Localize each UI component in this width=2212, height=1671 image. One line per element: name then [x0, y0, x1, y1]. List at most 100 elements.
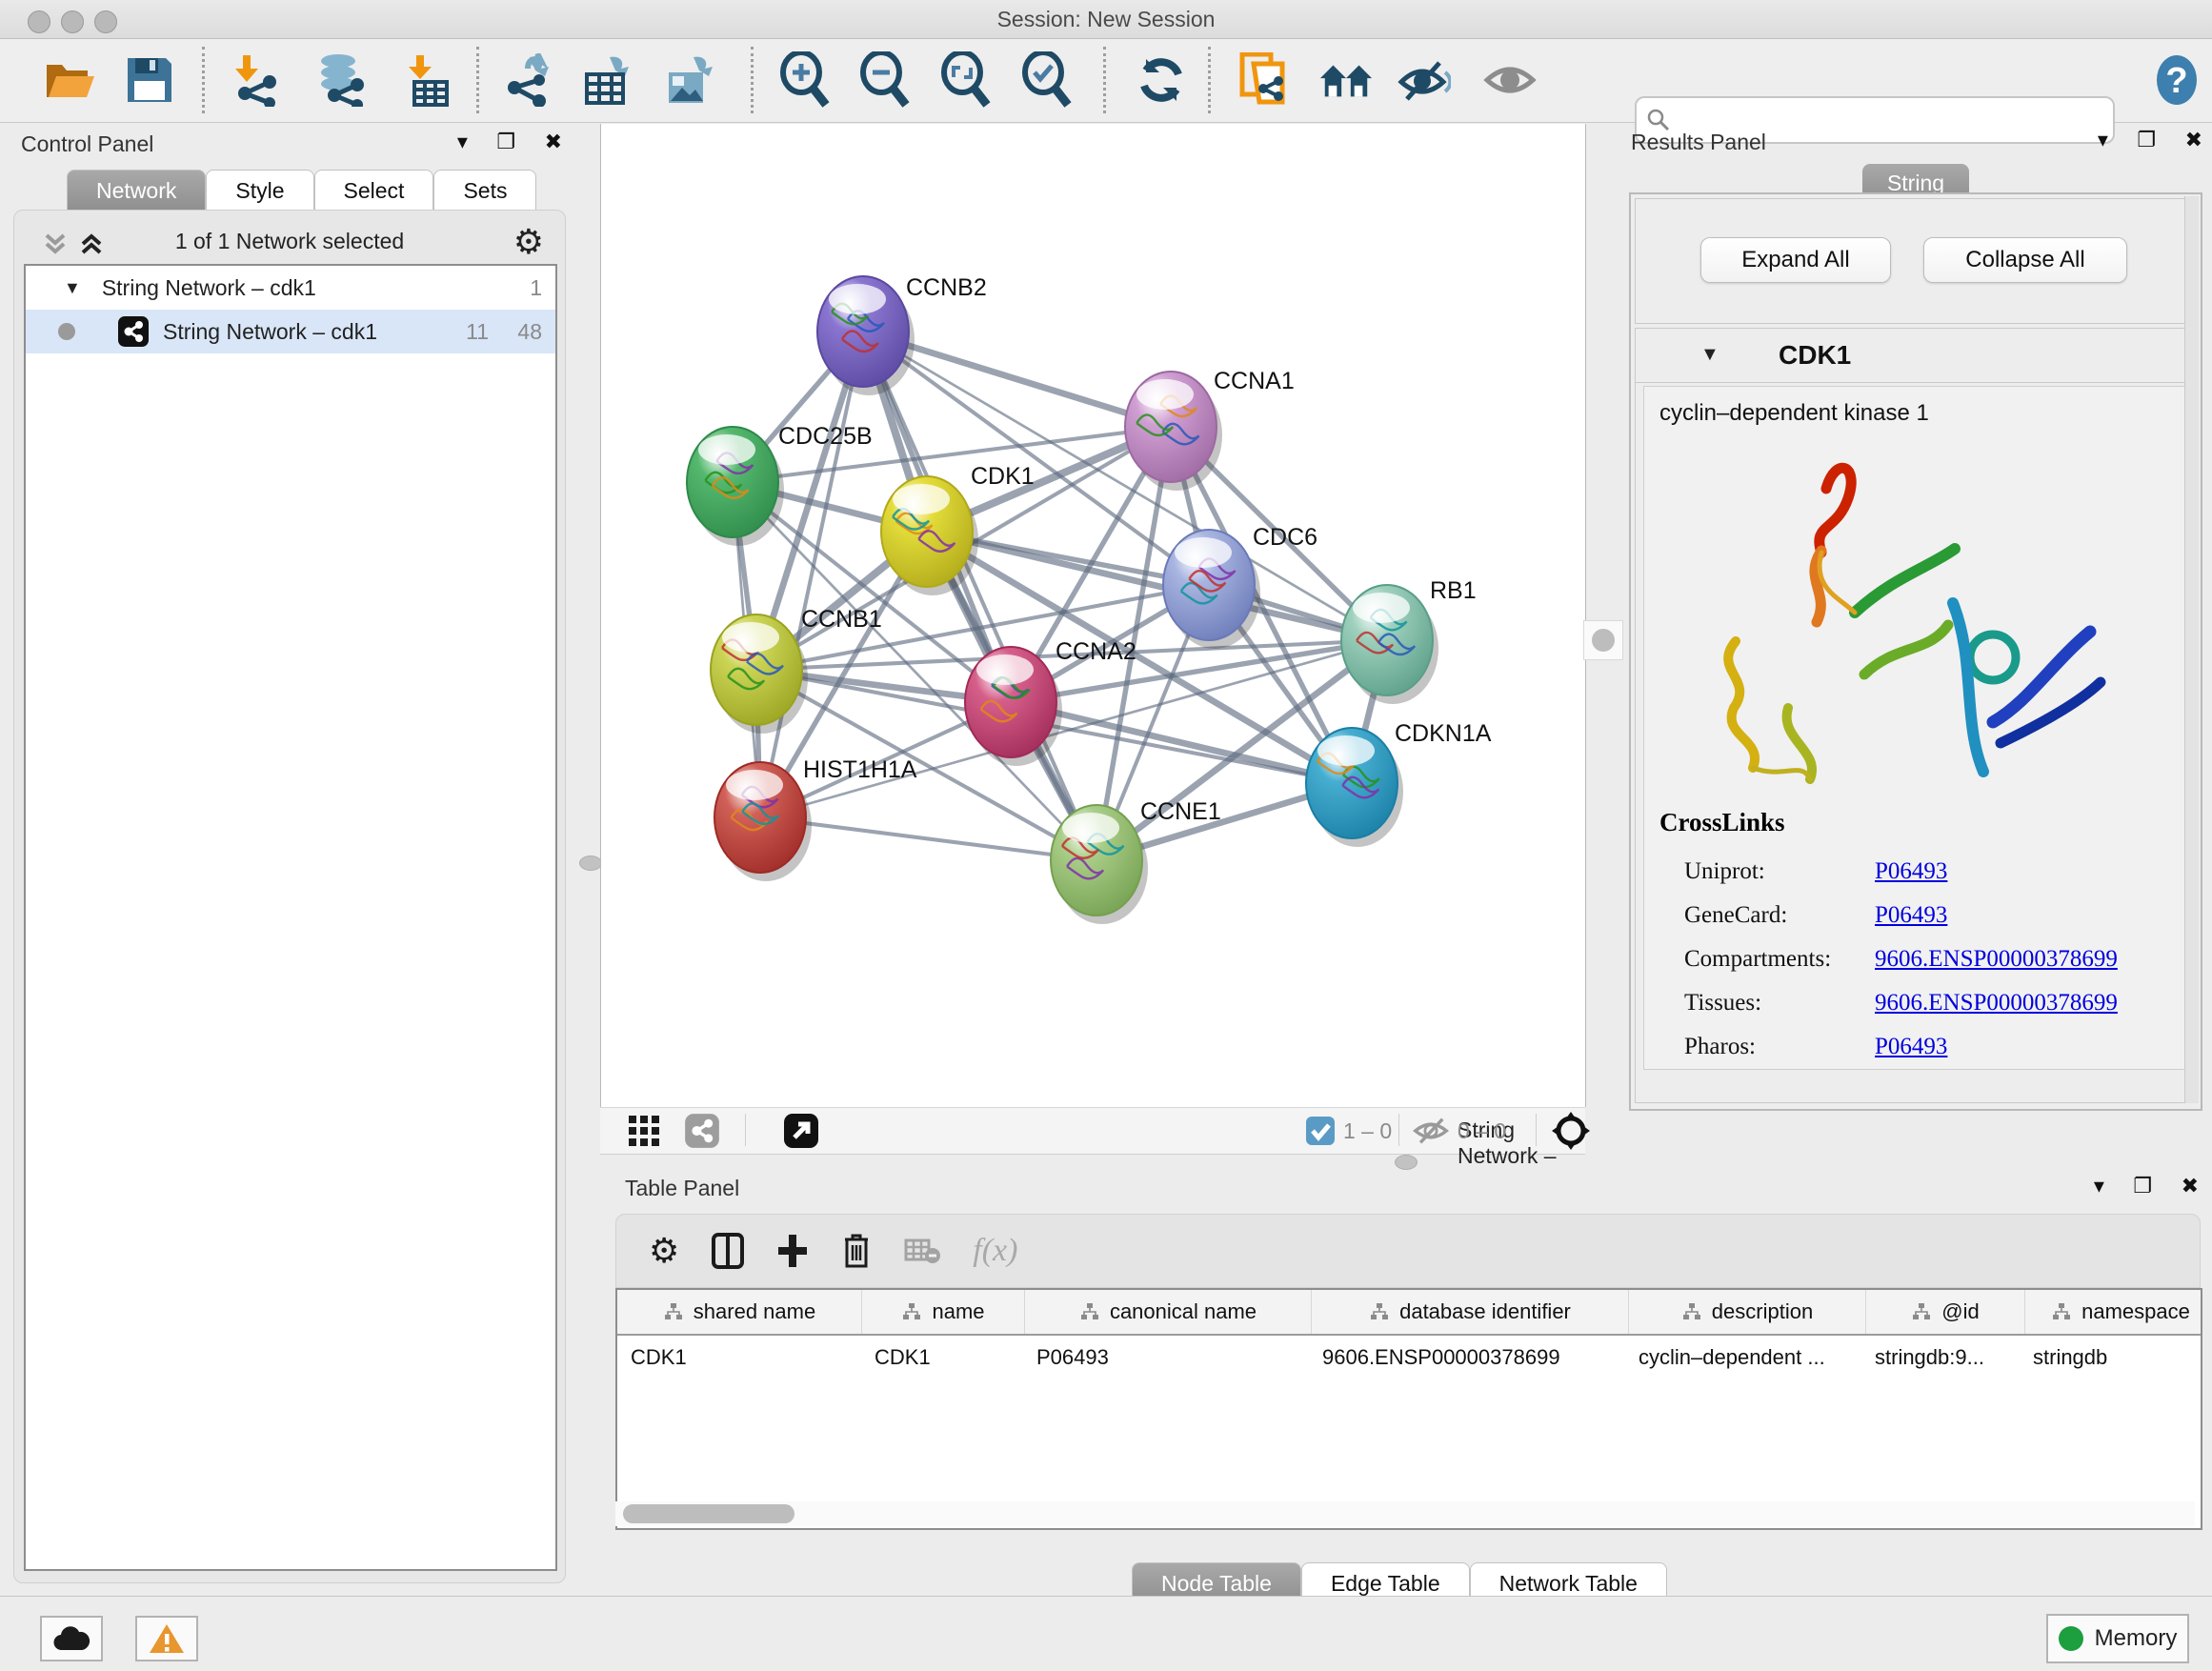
tab-style[interactable]: Style [206, 170, 313, 211]
column-header-databaseidentifier[interactable]: database identifier [1312, 1290, 1629, 1334]
protein-header[interactable]: ▼ CDK1 [1636, 329, 2194, 383]
control-panel-title: Control Panel [21, 131, 153, 157]
tab-sets[interactable]: Sets [433, 170, 536, 211]
column-header-description[interactable]: description [1629, 1290, 1866, 1334]
save-session-button[interactable] [122, 52, 177, 108]
memory-button[interactable]: Memory [2046, 1614, 2189, 1663]
import-network-database-button[interactable] [312, 52, 368, 108]
table-cell[interactable]: CDK1 [617, 1336, 861, 1379]
network-row[interactable]: String Network – cdk1 11 48 [26, 310, 555, 353]
panel-close-icon[interactable]: ✖ [545, 130, 562, 154]
cloud-status-button[interactable] [40, 1616, 103, 1661]
toolbar-separator [1208, 47, 1211, 113]
table-cell[interactable]: cyclin–dependent ... [1625, 1336, 1861, 1379]
network-collection-row[interactable]: ▼ String Network – cdk1 1 [26, 266, 555, 310]
table-cell[interactable]: P06493 [1023, 1336, 1309, 1379]
table-cell[interactable]: stringdb:9... [1861, 1336, 2020, 1379]
table-settings-gear-icon[interactable]: ⚙ [649, 1231, 679, 1271]
refresh-icon [1136, 55, 1186, 105]
zoom-out-button[interactable] [857, 52, 913, 108]
panel-menu-icon[interactable]: ▾ [457, 130, 468, 154]
show-all-button[interactable] [1482, 52, 1538, 108]
table-row[interactable]: CDK1CDK1P064939606.ENSP00000378699cyclin… [617, 1336, 2201, 1379]
node-RB1[interactable] [1341, 585, 1438, 704]
collapse-triangle-icon[interactable]: ▼ [1700, 344, 1719, 366]
network-from-selection-button[interactable] [1237, 52, 1292, 108]
collapse-all-button[interactable]: Collapse All [1923, 237, 2127, 283]
first-neighbors-button[interactable] [1318, 52, 1374, 108]
horizontal-splitter-handle[interactable] [1395, 1155, 1418, 1170]
column-header-namespace[interactable]: namespace [2025, 1290, 2202, 1334]
crosslink-link[interactable]: P06493 [1875, 858, 1947, 885]
birdseye-grid-button[interactable] [627, 1114, 661, 1148]
panel-float-icon[interactable]: ❐ [496, 130, 515, 154]
node-CDC25B[interactable] [687, 427, 784, 546]
node-CCNE1[interactable] [1051, 805, 1148, 924]
crosslink-link[interactable]: P06493 [1875, 902, 1947, 929]
tree-expand-icon[interactable]: ▼ [64, 278, 81, 298]
zoom-fit-button[interactable] [938, 52, 994, 108]
panel-menu-icon[interactable]: ▾ [2098, 128, 2108, 152]
column-header-name[interactable]: name [862, 1290, 1025, 1334]
table-hscrollbar-thumb[interactable] [623, 1504, 794, 1523]
help-button[interactable]: ? [2149, 52, 2204, 108]
export-image-button[interactable] [661, 52, 716, 108]
node-CDK1[interactable] [881, 476, 978, 595]
node-CCNA1[interactable] [1125, 372, 1222, 491]
selected-nodes-indicator[interactable]: 1 – 0 [1305, 1114, 1392, 1148]
table-hscrollbar[interactable] [615, 1501, 2195, 1526]
network-canvas[interactable]: CCNB2CCNA1CDC25BCDK1CDC6RB1CCNB1CCNA2CDK… [600, 124, 1586, 1107]
panel-float-icon[interactable]: ❐ [2133, 1174, 2152, 1198]
crosslink-link[interactable]: 9606.ENSP00000378699 [1875, 990, 2118, 1017]
import-table-button[interactable] [400, 52, 455, 108]
table-cell[interactable]: 9606.ENSP00000378699 [1309, 1336, 1625, 1379]
hide-selected-button[interactable] [1397, 52, 1452, 108]
column-header-sharedname[interactable]: shared name [617, 1290, 862, 1334]
results-scrollbar[interactable] [2184, 196, 2199, 1103]
add-column-icon[interactable] [776, 1233, 809, 1269]
zoom-in-button[interactable] [777, 52, 833, 108]
show-columns-icon[interactable] [712, 1233, 744, 1269]
import-network-icon [231, 53, 281, 107]
crosslinks-list: Uniprot:P06493GeneCard:P06493Compartment… [1684, 850, 2180, 1069]
fit-selected-button[interactable] [1551, 1114, 1591, 1148]
node-CCNB1[interactable] [711, 614, 808, 734]
table-cell[interactable]: stringdb [2020, 1336, 2202, 1379]
network-options-gear-icon[interactable]: ⚙ [513, 222, 544, 262]
crosslink-link[interactable]: P06493 [1875, 1034, 1947, 1060]
import-network-file-button[interactable] [229, 52, 284, 108]
apply-layout-button[interactable] [1134, 52, 1189, 108]
node-CCNB2[interactable] [817, 276, 915, 395]
panel-close-icon[interactable]: ✖ [2185, 128, 2202, 152]
panel-float-icon[interactable]: ❐ [2137, 128, 2156, 152]
network-type-button[interactable] [684, 1114, 720, 1148]
column-header-canonicalname[interactable]: canonical name [1025, 1290, 1312, 1334]
panel-menu-icon[interactable]: ▾ [2094, 1174, 2104, 1198]
delete-column-trash-icon[interactable] [841, 1232, 872, 1270]
left-splitter-handle[interactable] [579, 856, 602, 871]
tab-select[interactable]: Select [314, 170, 434, 211]
duplicate-network-icon [1238, 52, 1290, 108]
node-CDKN1A[interactable] [1306, 728, 1403, 847]
export-network-button[interactable] [501, 52, 556, 108]
table-cell[interactable]: CDK1 [861, 1336, 1023, 1379]
crosslink-link[interactable]: 9606.ENSP00000378699 [1875, 946, 2118, 973]
hidden-nodes-indicator[interactable]: 0 – 0 [1412, 1114, 1506, 1148]
tab-network[interactable]: Network [67, 170, 206, 211]
column-header-id[interactable]: @id [1866, 1290, 2025, 1334]
node-HIST1H1A[interactable] [714, 762, 812, 881]
crosshair-icon [1551, 1111, 1591, 1151]
warning-status-button[interactable] [135, 1616, 198, 1661]
cytoscape-window: Session: New Session [0, 0, 2212, 1671]
open-session-button[interactable] [42, 52, 97, 108]
expand-all-button[interactable]: Expand All [1700, 237, 1891, 283]
node-CDC6[interactable] [1163, 530, 1260, 649]
zoom-selected-button[interactable] [1019, 52, 1075, 108]
right-splitter-handle[interactable] [1583, 620, 1623, 660]
panel-close-icon[interactable]: ✖ [2182, 1174, 2199, 1198]
node-CCNA2[interactable] [965, 647, 1062, 766]
detach-view-button[interactable] [783, 1114, 819, 1148]
selected-badge: 1 – 0 [1343, 1118, 1392, 1144]
export-table-button[interactable] [579, 52, 634, 108]
network-label: String Network – cdk1 [163, 319, 377, 345]
